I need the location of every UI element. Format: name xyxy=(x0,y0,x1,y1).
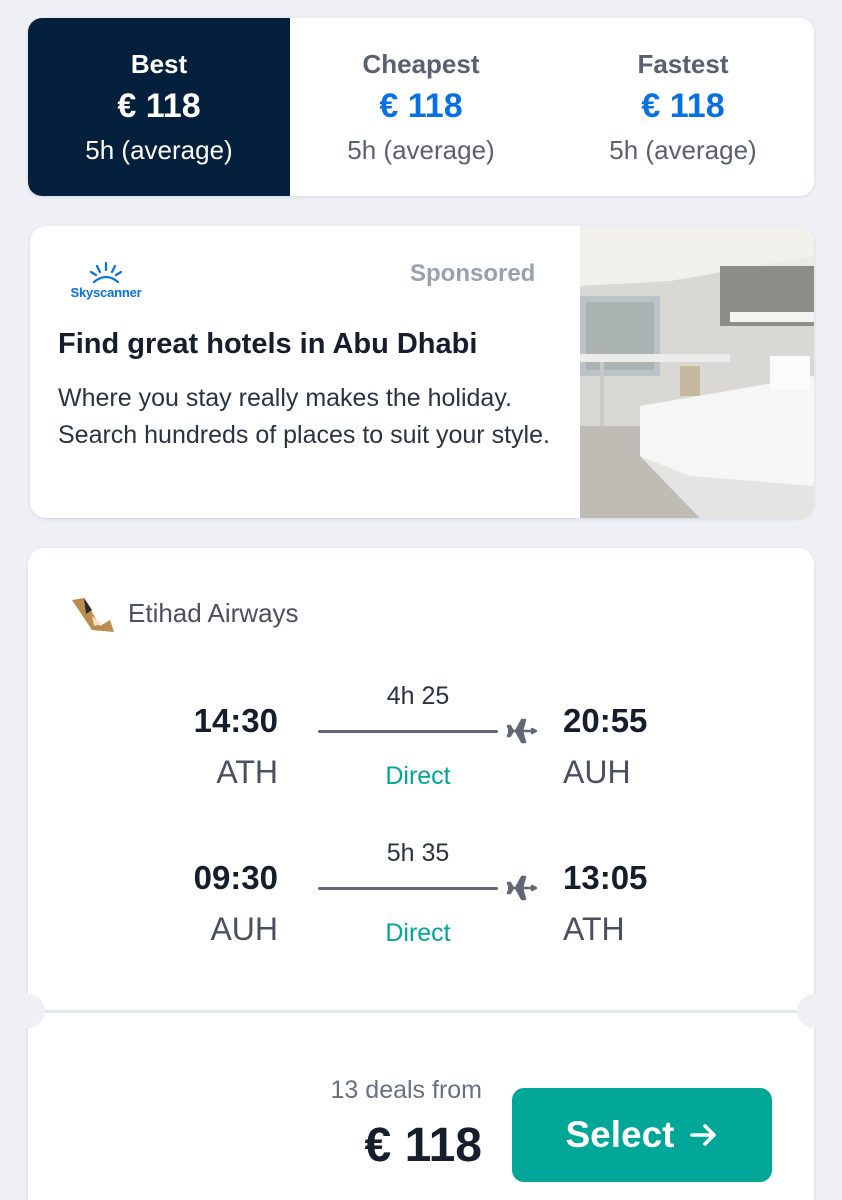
tab-price: € 118 xyxy=(379,87,463,125)
stops-label: Direct xyxy=(385,919,451,947)
departure-time: 14:30 xyxy=(193,702,278,739)
deals-count-label: 13 deals from xyxy=(330,1076,482,1104)
departure-airport: AUH xyxy=(210,911,278,947)
departure-airport: ATH xyxy=(216,754,278,790)
select-button[interactable]: Select xyxy=(512,1088,772,1182)
tab-duration: 5h (average) xyxy=(609,135,757,165)
skyscanner-logo: Skyscanner xyxy=(66,260,146,304)
ticket-notch-left xyxy=(11,994,45,1028)
sunrise-icon xyxy=(89,261,123,284)
ad-title: Find great hotels in Abu Dhabi xyxy=(58,328,478,360)
arrival-time: 13:05 xyxy=(563,859,648,896)
select-label: Select xyxy=(565,1114,675,1155)
stops-label: Direct xyxy=(385,762,451,790)
tab-cheapest[interactable]: Cheapest € 118 5h (average) xyxy=(290,18,552,196)
tab-title: Fastest xyxy=(637,49,729,79)
tab-duration: 5h (average) xyxy=(347,135,495,165)
return-leg: 09:30 AUH 5h 35 Direct 13:05 ATH xyxy=(28,839,814,969)
arrival-time: 20:55 xyxy=(563,702,648,739)
flight-price: € 118 xyxy=(364,1119,482,1172)
outbound-leg: 14:30 ATH 4h 25 Direct 20:55 AUH xyxy=(28,682,814,812)
sort-tabs: Best € 118 5h (average) Cheapest € 118 5… xyxy=(28,18,814,196)
etihad-logo-icon xyxy=(72,598,114,632)
arrow-right-icon xyxy=(689,1124,716,1146)
plane-icon xyxy=(506,718,538,744)
ad-body: Where you stay really makes the holiday.… xyxy=(58,384,550,449)
route-line xyxy=(318,730,498,733)
tab-title: Cheapest xyxy=(362,49,480,79)
tab-price: € 118 xyxy=(117,87,201,125)
tab-title: Best xyxy=(130,49,188,79)
arrival-airport: ATH xyxy=(563,911,625,947)
ticket-notch-right xyxy=(797,994,831,1028)
sponsored-label: Sponsored xyxy=(410,260,536,287)
flight-duration: 5h 35 xyxy=(386,839,450,867)
ticket-divider xyxy=(28,1010,814,1013)
departure-time: 09:30 xyxy=(193,859,278,896)
flight-result-card[interactable]: Etihad Airways 14:30 ATH 4h 25 Direct 20… xyxy=(11,548,831,1200)
arrival-airport: AUH xyxy=(563,754,631,790)
tab-fastest[interactable]: Fastest € 118 5h (average) xyxy=(552,18,814,196)
airline-name: Etihad Airways xyxy=(128,598,299,628)
hotel-room-image xyxy=(580,226,814,518)
tab-best[interactable]: Best € 118 5h (average) xyxy=(28,18,290,196)
flight-duration: 4h 25 xyxy=(386,682,450,710)
ad-brand: Skyscanner xyxy=(70,285,142,300)
sponsored-ad-card[interactable]: Skyscanner Sponsored Find great hotels i… xyxy=(30,226,814,518)
plane-icon xyxy=(506,875,538,901)
tab-duration: 5h (average) xyxy=(85,135,233,165)
route-line xyxy=(318,887,498,890)
tab-price: € 118 xyxy=(641,87,725,125)
